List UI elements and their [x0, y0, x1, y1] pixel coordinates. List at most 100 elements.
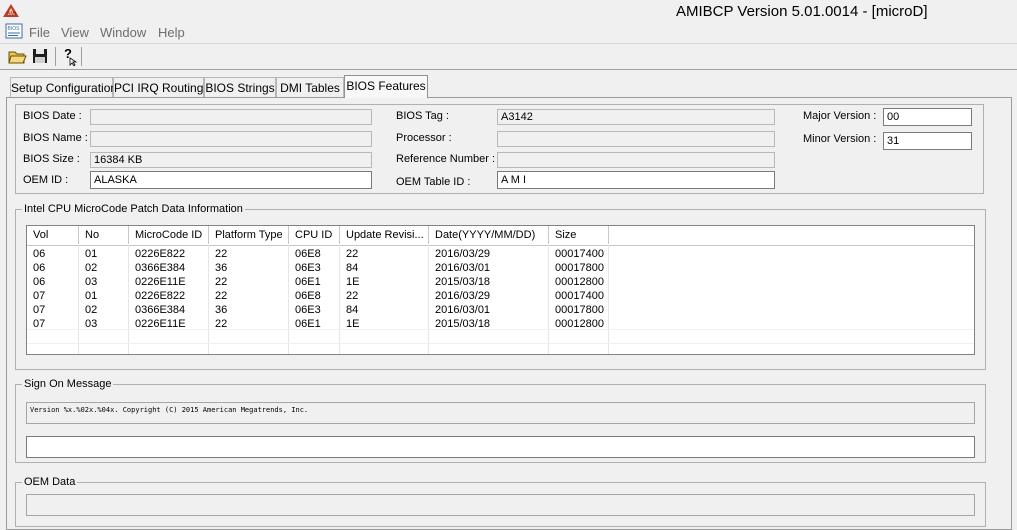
cell-cpu-id: 06E8 [295, 248, 321, 260]
cell-size: 00017400 [555, 248, 604, 260]
save-disk-icon[interactable] [30, 46, 50, 66]
cell-platform-type: 22 [215, 276, 228, 288]
bios-name-field [90, 131, 372, 147]
cell-no: 01 [85, 248, 98, 260]
cell-cpu-id: 06E8 [295, 290, 321, 302]
sign-on-group-title: Sign On Message [22, 378, 114, 390]
tab-bios-features[interactable]: BIOS Features [344, 75, 428, 98]
processor-label: Processor : [396, 132, 452, 144]
table-row[interactable]: 06 01 0226E822 22 06E8 22 2016/03/29 00017400 [27, 247, 974, 261]
cell-size: 00012800 [555, 276, 604, 288]
ami-logo-icon: AMI [3, 4, 19, 17]
col-header-vol[interactable]: Vol [27, 226, 79, 244]
tab-setup-configuration[interactable]: Setup Configuration [10, 77, 117, 97]
open-folder-icon[interactable] [7, 46, 27, 66]
bios-name-label: BIOS Name : [23, 132, 88, 144]
cell-vol: 06 [33, 262, 46, 274]
sign-on-message-display: Version %x.%02x.%04x. Copyright (C) 2015… [26, 402, 975, 424]
bios-date-field [90, 109, 372, 125]
cell-no: 02 [85, 304, 98, 316]
table-row[interactable]: 07 02 0366E384 36 06E3 84 2016/03/01 00017800 [27, 303, 974, 317]
cell-cpu-id: 06E3 [295, 304, 321, 316]
tab-pci-irq-routing[interactable]: PCI IRQ Routing [113, 77, 204, 97]
tab-bios-strings[interactable]: BIOS Strings [204, 77, 276, 97]
window-title: AMIBCP Version 5.01.0014 - [microD] [676, 3, 928, 20]
microcode-listview[interactable]: Vol No MicroCode ID Platform Type CPU ID… [26, 225, 975, 355]
cell-microcode-id: 0366E384 [135, 304, 186, 316]
cell-no: 03 [85, 276, 98, 288]
col-header-date[interactable]: Date(YYYY/MM/DD) [429, 226, 549, 244]
cell-update-revision: 84 [346, 304, 359, 316]
oem-id-label: OEM ID : [23, 174, 69, 186]
cell-no: 02 [85, 262, 98, 274]
ami-document-icon[interactable]: BIOS [5, 23, 23, 39]
menu-help[interactable]: Help [158, 25, 185, 40]
cell-date: 2016/03/29 [435, 290, 491, 302]
toolbar-separator [55, 47, 56, 66]
col-header-microcode-id[interactable]: MicroCode ID [129, 226, 209, 244]
cell-size: 00017800 [555, 304, 604, 316]
cell-vol: 07 [33, 290, 46, 302]
bios-date-label: BIOS Date : [23, 110, 82, 122]
cell-microcode-id: 0226E11E [135, 276, 186, 288]
bios-size-field: 16384 KB [90, 152, 372, 168]
bios-tag-label: BIOS Tag : [396, 110, 449, 122]
table-row[interactable]: 06 03 0226E11E 22 06E1 1E 2015/03/18 00012800 [27, 275, 974, 289]
title-bar: AMI AMIBCP Version 5.01.0014 - [microD] [0, 0, 1017, 22]
toolbar: ? [0, 43, 1017, 70]
cell-date: 2016/03/01 [435, 262, 491, 274]
cell-update-revision: 1E [346, 276, 360, 288]
col-header-no[interactable]: No [79, 226, 129, 244]
oem-data-field [26, 494, 975, 516]
cell-microcode-id: 0226E822 [135, 290, 186, 302]
microcode-group-title: Intel CPU MicroCode Patch Data Informati… [22, 203, 245, 215]
svg-text:AMI: AMI [7, 11, 16, 17]
toolbar-separator [81, 47, 82, 66]
menu-bar: BIOS File View Window Help [0, 22, 1017, 42]
col-header-update-revision[interactable]: Update Revisi... [340, 226, 429, 244]
col-header-cpu-id[interactable]: CPU ID [289, 226, 340, 244]
sign-on-message-input[interactable] [26, 436, 975, 458]
table-row[interactable]: 07 01 0226E822 22 06E8 22 2016/03/29 00017400 [27, 289, 974, 303]
menu-view[interactable]: View [61, 25, 89, 40]
menu-window[interactable]: Window [100, 25, 146, 40]
cell-platform-type: 22 [215, 290, 228, 302]
help-pointer-icon[interactable]: ? [60, 46, 80, 66]
cell-cpu-id: 06E1 [295, 276, 321, 288]
cell-vol: 07 [33, 304, 46, 316]
cell-vol: 06 [33, 276, 46, 288]
cell-size: 00017400 [555, 290, 604, 302]
col-header-platform-type[interactable]: Platform Type [209, 226, 289, 244]
svg-text:BIOS: BIOS [8, 26, 21, 32]
cell-update-revision: 22 [346, 248, 359, 260]
table-row[interactable]: 06 02 0366E384 36 06E3 84 2016/03/01 00017800 [27, 261, 974, 275]
cell-vol: 06 [33, 248, 46, 260]
cell-size: 00017800 [555, 262, 604, 274]
listview-header: Vol No MicroCode ID Platform Type CPU ID… [27, 226, 974, 246]
tab-dmi-tables[interactable]: DMI Tables [276, 77, 344, 97]
minor-version-label: Minor Version : [803, 133, 877, 145]
cell-platform-type: 36 [215, 262, 228, 274]
cell-platform-type: 36 [215, 304, 228, 316]
cell-microcode-id: 0226E822 [135, 248, 186, 260]
cell-platform-type: 22 [215, 248, 228, 260]
oem-id-input[interactable]: ALASKA [90, 171, 372, 189]
cell-date: 2016/03/01 [435, 304, 491, 316]
cell-date: 2015/03/18 [435, 276, 491, 288]
cell-no: 01 [85, 290, 98, 302]
oem-table-id-input[interactable]: A M I [497, 171, 775, 189]
reference-number-label: Reference Number : [396, 153, 496, 165]
bios-size-label: BIOS Size : [23, 153, 80, 165]
major-version-input[interactable]: 00 [883, 108, 972, 126]
row-gridline [27, 343, 974, 344]
row-gridline [27, 329, 974, 330]
major-version-label: Major Version : [803, 110, 877, 122]
col-header-size[interactable]: Size [549, 226, 609, 244]
menu-file[interactable]: File [29, 25, 50, 40]
cell-update-revision: 22 [346, 290, 359, 302]
minor-version-input[interactable]: 31 [883, 132, 972, 150]
cell-update-revision: 84 [346, 262, 359, 274]
cell-microcode-id: 0366E384 [135, 262, 186, 274]
oem-data-group-title: OEM Data [22, 476, 78, 488]
bios-tag-field: A3142 [497, 109, 775, 125]
